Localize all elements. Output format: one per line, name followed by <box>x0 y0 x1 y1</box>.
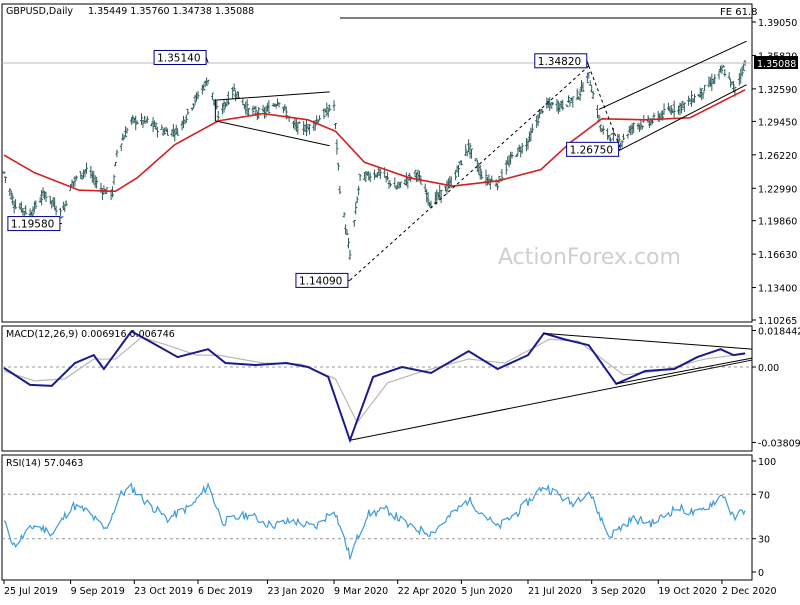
price-tick-label: 1.29450 <box>758 117 797 128</box>
price-tick-label: 1.19860 <box>758 217 797 228</box>
x-tick-label: 22 Apr 2020 <box>398 586 457 597</box>
x-tick-label: 9 Mar 2020 <box>334 586 388 597</box>
x-tick-label: 23 Jan 2020 <box>267 586 324 597</box>
current-price-label: 1.35088 <box>757 59 796 70</box>
x-tick-label: 21 Jul 2020 <box>528 586 582 597</box>
x-tick-label: 3 Sep 2020 <box>592 586 646 597</box>
macd-tick-label: -0.038095 <box>758 438 800 449</box>
ohlc-values: 1.35449 1.35760 1.34738 1.35088 <box>88 6 254 17</box>
price-annotation-label: 1.35140 <box>157 52 200 64</box>
x-tick-label: 25 Jul 2019 <box>4 586 58 597</box>
chart-canvas: ActionForex.com FE 61.8 1.35140 1.19580 1.14… <box>0 0 800 600</box>
rsi-header: RSI(14) 57.0463 <box>6 458 83 469</box>
gbpusd-daily-chart: ActionForex.com FE 61.8 1.35140 1.19580 1.14… <box>0 0 800 600</box>
rsi-tick-label: 0 <box>758 568 764 579</box>
price-annotation-label: 1.34820 <box>538 56 581 68</box>
x-tick-label: 5 Jun 2020 <box>461 586 512 597</box>
x-tick-label: 2 Dec 2020 <box>722 586 777 597</box>
x-tick-label: 6 Dec 2019 <box>198 586 253 597</box>
price-annotation-label: 1.14090 <box>299 275 342 287</box>
rsi-tick-label: 70 <box>758 490 770 501</box>
watermark: ActionForex.com <box>498 245 681 270</box>
rsi-tick-label: 30 <box>758 535 770 546</box>
macd-tick-label: 0.00 <box>758 363 779 374</box>
price-tick-label: 1.26220 <box>758 151 797 162</box>
macd-header: MACD(12,26,9) 0.006916 0.006746 <box>6 329 175 340</box>
x-tick-label: 19 Oct 2020 <box>658 586 717 597</box>
price-tick-label: 1.22990 <box>758 184 797 195</box>
symbol-label: GBPUSD,Daily <box>6 6 73 17</box>
price-annotation-label: 1.26750 <box>570 144 613 156</box>
price-tick-label: 1.10265 <box>758 316 797 327</box>
fe-label: FE 61.8 <box>720 7 758 18</box>
rsi-tick-label: 100 <box>758 457 776 468</box>
price-tick-label: 1.13400 <box>758 284 797 295</box>
price-tick-label: 1.32590 <box>758 85 797 96</box>
price-tick-label: 1.39050 <box>758 18 797 29</box>
price-tick-label: 1.16630 <box>758 250 797 261</box>
price-annotation-label: 1.19580 <box>11 219 54 231</box>
x-tick-label: 23 Oct 2019 <box>134 586 193 597</box>
macd-tick-label: 0.018442 <box>758 326 800 337</box>
x-tick-label: 9 Sep 2019 <box>71 586 125 597</box>
